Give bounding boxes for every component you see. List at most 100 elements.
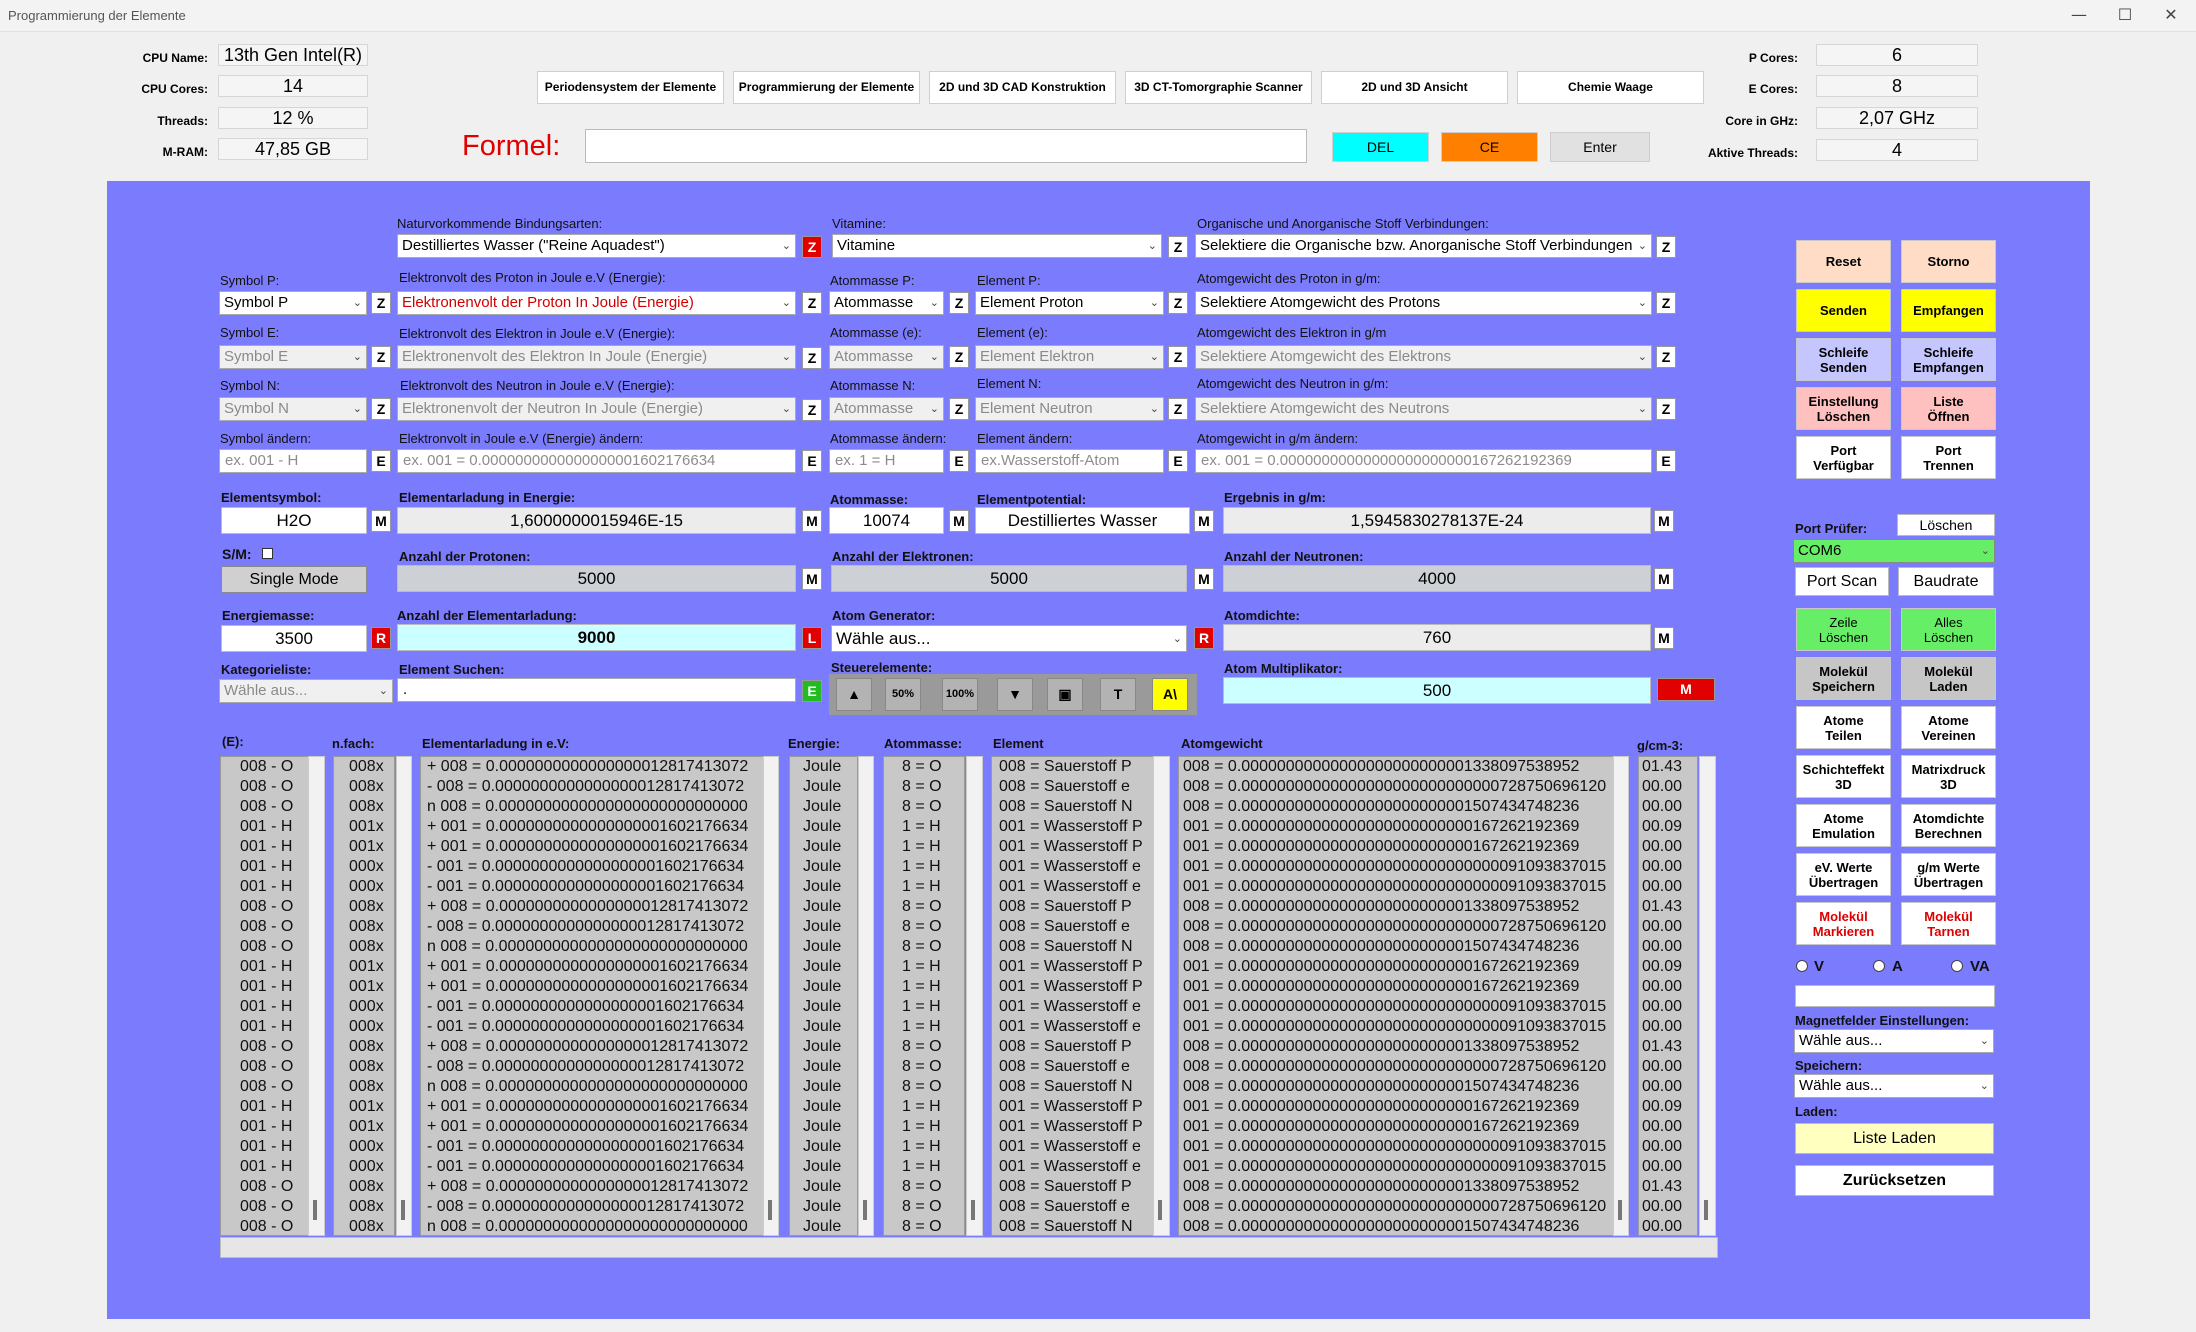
el-edit-e-button[interactable]: E (1168, 450, 1188, 472)
single-mode-button[interactable]: Single Mode (221, 566, 367, 593)
list-item[interactable]: 001 = Wasserstoff P (999, 1097, 1159, 1117)
list-item[interactable]: 008 = Sauerstoff P (999, 1037, 1159, 1057)
list-item[interactable]: 01.43 (1642, 1177, 1697, 1197)
steuer-down-button[interactable]: ▼ (997, 678, 1033, 711)
am-n-select[interactable]: Atommasse ⌄ (829, 397, 944, 421)
list-item[interactable]: Joule (803, 1217, 857, 1235)
list-item[interactable]: 001 = Wasserstoff e (999, 1157, 1159, 1177)
atommasse-m-button[interactable]: M (949, 510, 969, 532)
list-item[interactable]: 000x (349, 1137, 394, 1157)
list-item[interactable]: + 001 = 0.0000000000000000001602176634 (427, 977, 778, 997)
steuer-50-button[interactable]: 50% (885, 678, 921, 711)
list-item[interactable]: + 008 = 0.0000000000000000012817413072 (427, 1177, 778, 1197)
vitamine-select[interactable]: Vitamine ⌄ (832, 234, 1162, 258)
list-item[interactable]: Joule (803, 1117, 857, 1137)
list-item[interactable]: n 008 = 0.0000000000000000000000000000 (427, 1077, 778, 1097)
list-item[interactable]: 8 = O (902, 1177, 964, 1197)
list-item[interactable]: 008 = 0.00000000000000000000000000000728… (1183, 777, 1622, 797)
list-item[interactable]: 008 = Sauerstoff e (999, 917, 1159, 937)
list-item[interactable]: 000x (349, 997, 394, 1017)
schichteffekt-button[interactable]: Schichteffekt 3D (1796, 755, 1891, 798)
list-item[interactable]: - 001 = 0.0000000000000000001602176634 (427, 1017, 778, 1037)
ag-e-select[interactable]: Selektiere Atomgewicht des Elektrons ⌄ (1195, 345, 1652, 369)
list-item[interactable]: 00.00 (1642, 1057, 1697, 1077)
list-item[interactable]: 1 = H (902, 817, 964, 837)
list-item[interactable]: 00.00 (1642, 797, 1697, 817)
neutronen-m-button[interactable]: M (1654, 568, 1674, 590)
list-item[interactable]: 008 = Sauerstoff P (999, 897, 1159, 917)
port-verfuegbar-button[interactable]: Port Verfügbar (1796, 436, 1891, 479)
list-item[interactable]: n 008 = 0.0000000000000000000000000000 (427, 1217, 778, 1235)
list-item[interactable]: n 008 = 0.0000000000000000000000000000 (427, 937, 778, 957)
list-item[interactable]: 008x (349, 897, 394, 917)
list-item[interactable]: 01.43 (1642, 757, 1697, 777)
list-item[interactable]: 008 = 0.00000000000000000000000001507434… (1183, 937, 1622, 957)
list-item[interactable]: + 008 = 0.0000000000000000012817413072 (427, 1037, 778, 1057)
am-p-z-button[interactable]: Z (949, 292, 969, 314)
list-item[interactable]: 001 - H (240, 837, 316, 857)
list-item[interactable]: + 001 = 0.0000000000000000001602176634 (427, 837, 778, 857)
list-item[interactable]: Joule (803, 917, 857, 937)
gm-werte-uebertragen-button[interactable]: g/m Werte Übertragen (1901, 853, 1996, 896)
list-item[interactable]: 008 - O (240, 1037, 316, 1057)
sym-edit-input[interactable]: ex. 001 - H (219, 449, 367, 473)
list-gcm[interactable]: 01.43 00.00 00.00 00.09 00.00 00.00 00.00 01.43… (1638, 756, 1698, 1236)
list-item[interactable]: 008 = 0.00000000000000000000000000000728… (1183, 1057, 1622, 1077)
maximize-icon[interactable]: ☐ (2102, 0, 2148, 32)
list-item[interactable]: 008 = 0.00000000000000000000000001507434… (1183, 797, 1622, 817)
list-item[interactable]: 001 = Wasserstoff P (999, 977, 1159, 997)
list-item[interactable]: Joule (803, 757, 857, 777)
list-item[interactable]: 00.09 (1642, 957, 1697, 977)
ag-n-select[interactable]: Selektiere Atomgewicht des Neutrons ⌄ (1195, 397, 1652, 421)
el-e-select[interactable]: Element Elektron ⌄ (975, 345, 1164, 369)
atomdichte-m-button[interactable]: M (1654, 627, 1674, 649)
list-item[interactable]: 008 - O (240, 1077, 316, 1097)
bindung-z-button[interactable]: Z (802, 236, 822, 258)
list-item[interactable]: 001 = 0.00000000000000000000000000000091… (1183, 857, 1622, 877)
list-item[interactable]: 008x (349, 917, 394, 937)
list-item[interactable]: Joule (803, 937, 857, 957)
list-item[interactable]: 001 = Wasserstoff P (999, 1117, 1159, 1137)
list-item[interactable]: 001 = 0.00000000000000000000000000167262… (1183, 1117, 1622, 1137)
list-item[interactable]: - 001 = 0.0000000000000000001602176634 (427, 877, 778, 897)
ag-edit-e-button[interactable]: E (1656, 450, 1676, 472)
nav-3d-ansicht-button[interactable]: 2D und 3D Ansicht (1321, 71, 1508, 104)
ag-e-z-button[interactable]: Z (1656, 346, 1676, 368)
am-n-z-button[interactable]: Z (949, 398, 969, 420)
list-item[interactable]: 008x (349, 1077, 394, 1097)
symbol-n-z-button[interactable]: Z (371, 398, 391, 420)
list-item[interactable]: + 008 = 0.0000000000000000012817413072 (427, 757, 778, 777)
symbol-n-select[interactable]: Symbol N ⌄ (219, 397, 367, 421)
el-n-select[interactable]: Element Neutron ⌄ (975, 397, 1164, 421)
list-item[interactable]: 00.00 (1642, 977, 1697, 997)
bindung-select[interactable]: Destilliertes Wasser ("Reine Aquadest") ⌄ (397, 234, 796, 258)
alles-loeschen-button[interactable]: Alles Löschen (1901, 608, 1996, 651)
schleife-senden-button[interactable]: Schleife Senden (1796, 338, 1891, 381)
list-item[interactable]: 008 = Sauerstoff e (999, 777, 1159, 797)
list-item[interactable]: - 001 = 0.0000000000000000001602176634 (427, 1137, 778, 1157)
list-item[interactable]: 00.00 (1642, 877, 1697, 897)
list-item[interactable]: 001x (349, 957, 394, 977)
list-item[interactable]: Joule (803, 1037, 857, 1057)
list-item[interactable]: 001 = 0.00000000000000000000000000000091… (1183, 877, 1622, 897)
ev-edit-e-button[interactable]: E (802, 450, 822, 472)
list-item[interactable]: 1 = H (902, 877, 964, 897)
list-element-scrollbar[interactable] (1153, 756, 1170, 1236)
list-item[interactable]: 8 = O (902, 797, 964, 817)
list-item[interactable]: - 001 = 0.0000000000000000001602176634 (427, 857, 778, 877)
list-item[interactable]: Joule (803, 897, 857, 917)
organik-select[interactable]: Selektiere die Organische bzw. Anorganis… (1195, 234, 1652, 258)
list-item[interactable]: 000x (349, 857, 394, 877)
list-item[interactable]: 008 = 0.00000000000000000000000001338097… (1183, 897, 1622, 917)
list-item[interactable]: 001 - H (240, 1117, 316, 1137)
atomdichte-berechnen-button[interactable]: Atomdichte Berechnen (1901, 804, 1996, 847)
list-item[interactable]: Joule (803, 837, 857, 857)
list-item[interactable]: 008 = 0.00000000000000000000000000000728… (1183, 917, 1622, 937)
elsym-m-button[interactable]: M (371, 510, 391, 532)
list-nfach-scrollbar[interactable] (396, 756, 412, 1236)
el-p-z-button[interactable]: Z (1168, 292, 1188, 314)
list-item[interactable]: Joule (803, 877, 857, 897)
ev-proton-z-button[interactable]: Z (802, 292, 822, 314)
list-item[interactable]: 008 = Sauerstoff e (999, 1057, 1159, 1077)
list-item[interactable]: 00.00 (1642, 1077, 1697, 1097)
